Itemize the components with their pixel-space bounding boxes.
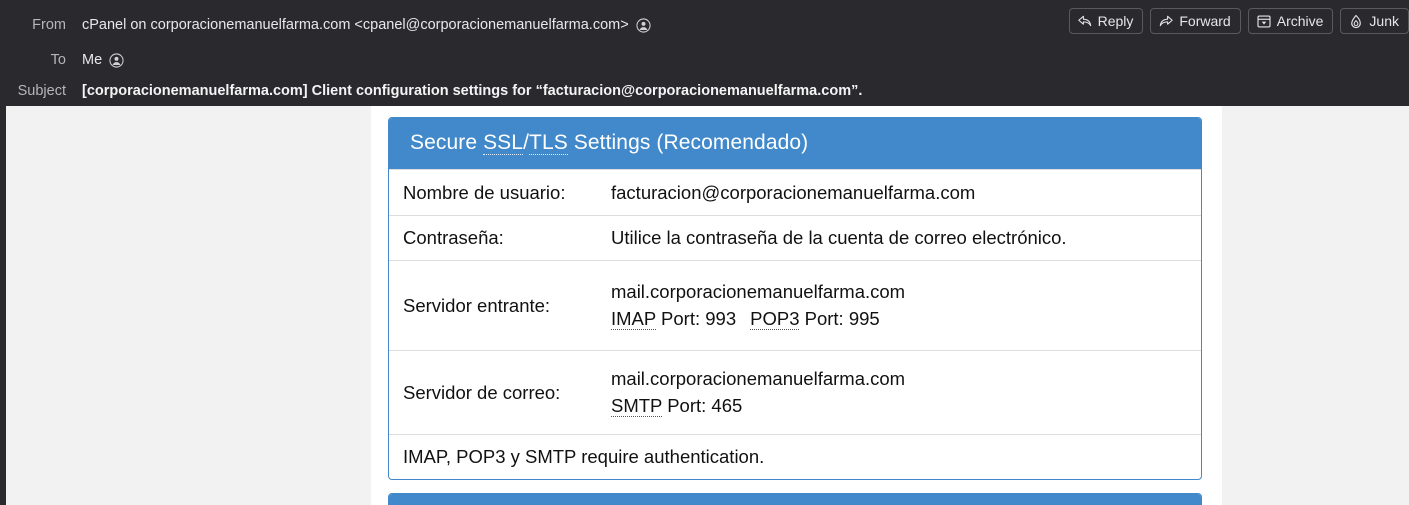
- pop3-port: Port: 995: [799, 307, 880, 329]
- row-key-password: Contraseña:: [403, 227, 504, 249]
- next-settings-table-partial: [388, 493, 1202, 505]
- to-value[interactable]: Me: [82, 52, 124, 68]
- archive-button[interactable]: Archive: [1247, 8, 1334, 34]
- table-row: Contraseña: Utilice la contraseña de la …: [389, 215, 1201, 260]
- subject-value: [corporacionemanuelfarma.com] Client con…: [82, 83, 863, 99]
- imap-port: Port: 993: [655, 307, 737, 329]
- forward-arrow-icon: [1158, 14, 1174, 29]
- junk-button[interactable]: Junk: [1340, 8, 1409, 34]
- header-row-from: From cPanel on corporacionemanuelfarma.c…: [0, 10, 651, 40]
- table-row: Servidor entrante: mail.corporacionemanu…: [389, 260, 1201, 350]
- archive-box-icon: [1256, 14, 1272, 29]
- table-row: Nombre de usuario: facturacion@corporaci…: [389, 169, 1201, 215]
- row-key-username: Nombre de usuario:: [403, 181, 566, 203]
- forward-button[interactable]: Forward: [1150, 8, 1241, 34]
- row-key-outgoing-server: Servidor de correo:: [403, 381, 561, 403]
- imap-abbr: IMAP: [611, 307, 656, 330]
- table-row: IMAP, POP3 y SMTP require authentication…: [389, 434, 1201, 479]
- tls-abbr: TLS: [529, 131, 568, 155]
- message-header: From cPanel on corporacionemanuelfarma.c…: [0, 0, 1409, 106]
- table-row: Servidor de correo: mail.corporacioneman…: [389, 350, 1201, 434]
- header-row-to: To Me: [0, 45, 124, 75]
- row-value-username: facturacion@corporacionemanuelfarma.com: [611, 181, 976, 203]
- ssl-abbr: SSL: [483, 131, 524, 155]
- to-recipient-text: Me: [82, 52, 103, 68]
- pop3-abbr: POP3: [750, 307, 800, 330]
- reply-button-label: Reply: [1097, 13, 1134, 29]
- title-prefix: Secure: [410, 131, 484, 154]
- secure-ssl-tls-settings-table: Secure SSL/TLS Settings (Recomendado) No…: [388, 117, 1202, 481]
- from-value[interactable]: cPanel on corporacionemanuelfarma.com <c…: [82, 17, 651, 33]
- message-toolbar: Reply Forward Archive Junk: [1068, 8, 1409, 34]
- row-value-outgoing-server: mail.corporacionemanuelfarma.com SMTP Por…: [611, 366, 1201, 419]
- auth-note: IMAP, POP3 y SMTP require authentication…: [403, 446, 765, 467]
- contact-circle-icon[interactable]: [636, 17, 651, 33]
- message-body: Secure SSL/TLS Settings (Recomendado) No…: [371, 106, 1222, 505]
- header-row-subject: Subject [corporacionemanuelfarma.com] Cl…: [0, 76, 863, 106]
- reading-pane[interactable]: Secure SSL/TLS Settings (Recomendado) No…: [6, 106, 1409, 505]
- row-key-incoming-server: Servidor entrante:: [403, 294, 551, 316]
- junk-button-label: Junk: [1369, 13, 1399, 29]
- from-address-text: cPanel on corporacionemanuelfarma.com <c…: [82, 17, 629, 33]
- archive-button-label: Archive: [1276, 13, 1324, 29]
- next-settings-table-title: [389, 494, 1201, 505]
- settings-table-title: Secure SSL/TLS Settings (Recomendado): [389, 118, 1201, 170]
- reply-arrow-icon: [1077, 14, 1093, 29]
- flame-junk-icon: [1348, 14, 1364, 29]
- outgoing-server-host: mail.corporacionemanuelfarma.com: [611, 368, 906, 390]
- contact-circle-icon[interactable]: [109, 52, 124, 68]
- smtp-abbr: SMTP: [611, 394, 663, 417]
- row-value-incoming-server: mail.corporacionemanuelfarma.com IMAP Por…: [611, 279, 1201, 332]
- forward-button-label: Forward: [1179, 13, 1231, 29]
- from-label: From: [32, 17, 66, 33]
- to-label: To: [50, 52, 66, 68]
- title-suffix: Settings (Recomendado): [567, 131, 809, 154]
- row-value-password: Utilice la contraseña de la cuenta de co…: [611, 227, 1067, 248]
- incoming-server-host: mail.corporacionemanuelfarma.com: [611, 281, 906, 303]
- reply-button[interactable]: Reply: [1068, 8, 1144, 34]
- subject-label: Subject: [17, 83, 66, 99]
- smtp-port: Port: 465: [662, 394, 743, 416]
